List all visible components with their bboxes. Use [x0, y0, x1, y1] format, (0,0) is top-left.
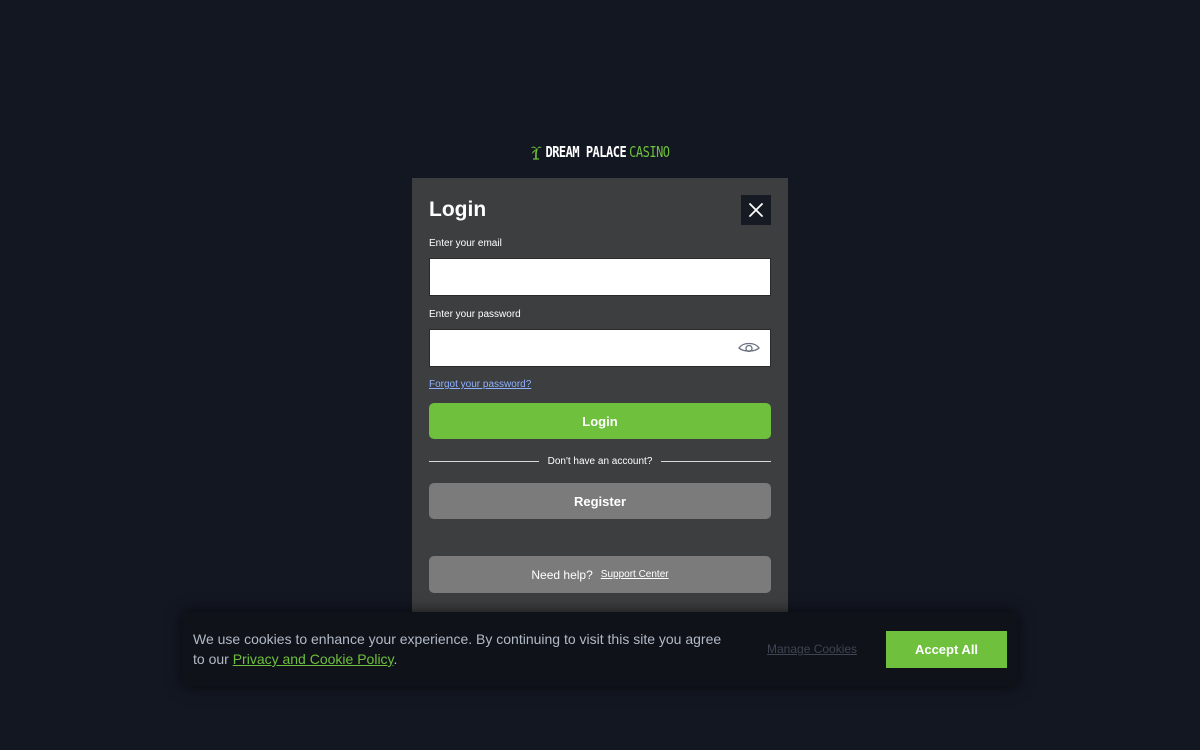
page: DREAM PALACE CASINO Login Enter your ema…	[0, 0, 1200, 750]
manage-cookies-link[interactable]: Manage Cookies	[767, 642, 857, 656]
accept-all-button[interactable]: Accept All	[886, 630, 1007, 668]
help-box: Need help? Support Center	[429, 556, 771, 593]
cookie-text-after: .	[393, 651, 398, 667]
register-button[interactable]: Register	[429, 483, 771, 519]
eye-icon	[738, 342, 760, 353]
email-field-wrapper	[429, 258, 771, 296]
forgot-password-link[interactable]: Forgot your password?	[429, 379, 771, 391]
cookie-banner: We use cookies to enhance your experienc…	[183, 612, 1017, 686]
password-field-wrapper	[429, 329, 771, 367]
brand-name-accent: CASINO	[629, 143, 670, 161]
cookie-message: We use cookies to enhance your experienc…	[193, 629, 733, 669]
login-button[interactable]: Login	[429, 403, 771, 439]
modal-title: Login	[429, 198, 487, 221]
divider-text: Don't have an account?	[547, 455, 653, 467]
divider-line-left	[429, 460, 539, 462]
brand-name: DREAM PALACE CASINO	[545, 143, 670, 161]
close-button[interactable]	[741, 195, 771, 225]
privacy-policy-link[interactable]: Privacy and Cookie Policy	[233, 651, 394, 667]
account-divider: Don't have an account?	[429, 455, 772, 467]
close-icon	[749, 203, 763, 217]
password-label: Enter your password	[429, 309, 521, 320]
email-label: Enter your email	[429, 238, 502, 249]
support-center-link[interactable]: Support Center	[601, 569, 669, 580]
email-field[interactable]	[430, 259, 770, 295]
palm-tree-icon	[530, 144, 542, 160]
brand-logo[interactable]: DREAM PALACE CASINO	[0, 143, 1200, 161]
login-modal: Login Enter your email Enter your passwo…	[412, 178, 788, 614]
brand-name-main: DREAM PALACE	[545, 143, 627, 161]
password-field[interactable]	[430, 330, 770, 366]
modal-header: Login	[429, 195, 771, 225]
divider-line-right	[661, 460, 772, 462]
help-text: Need help?	[531, 567, 593, 582]
show-password-button[interactable]	[738, 339, 760, 357]
